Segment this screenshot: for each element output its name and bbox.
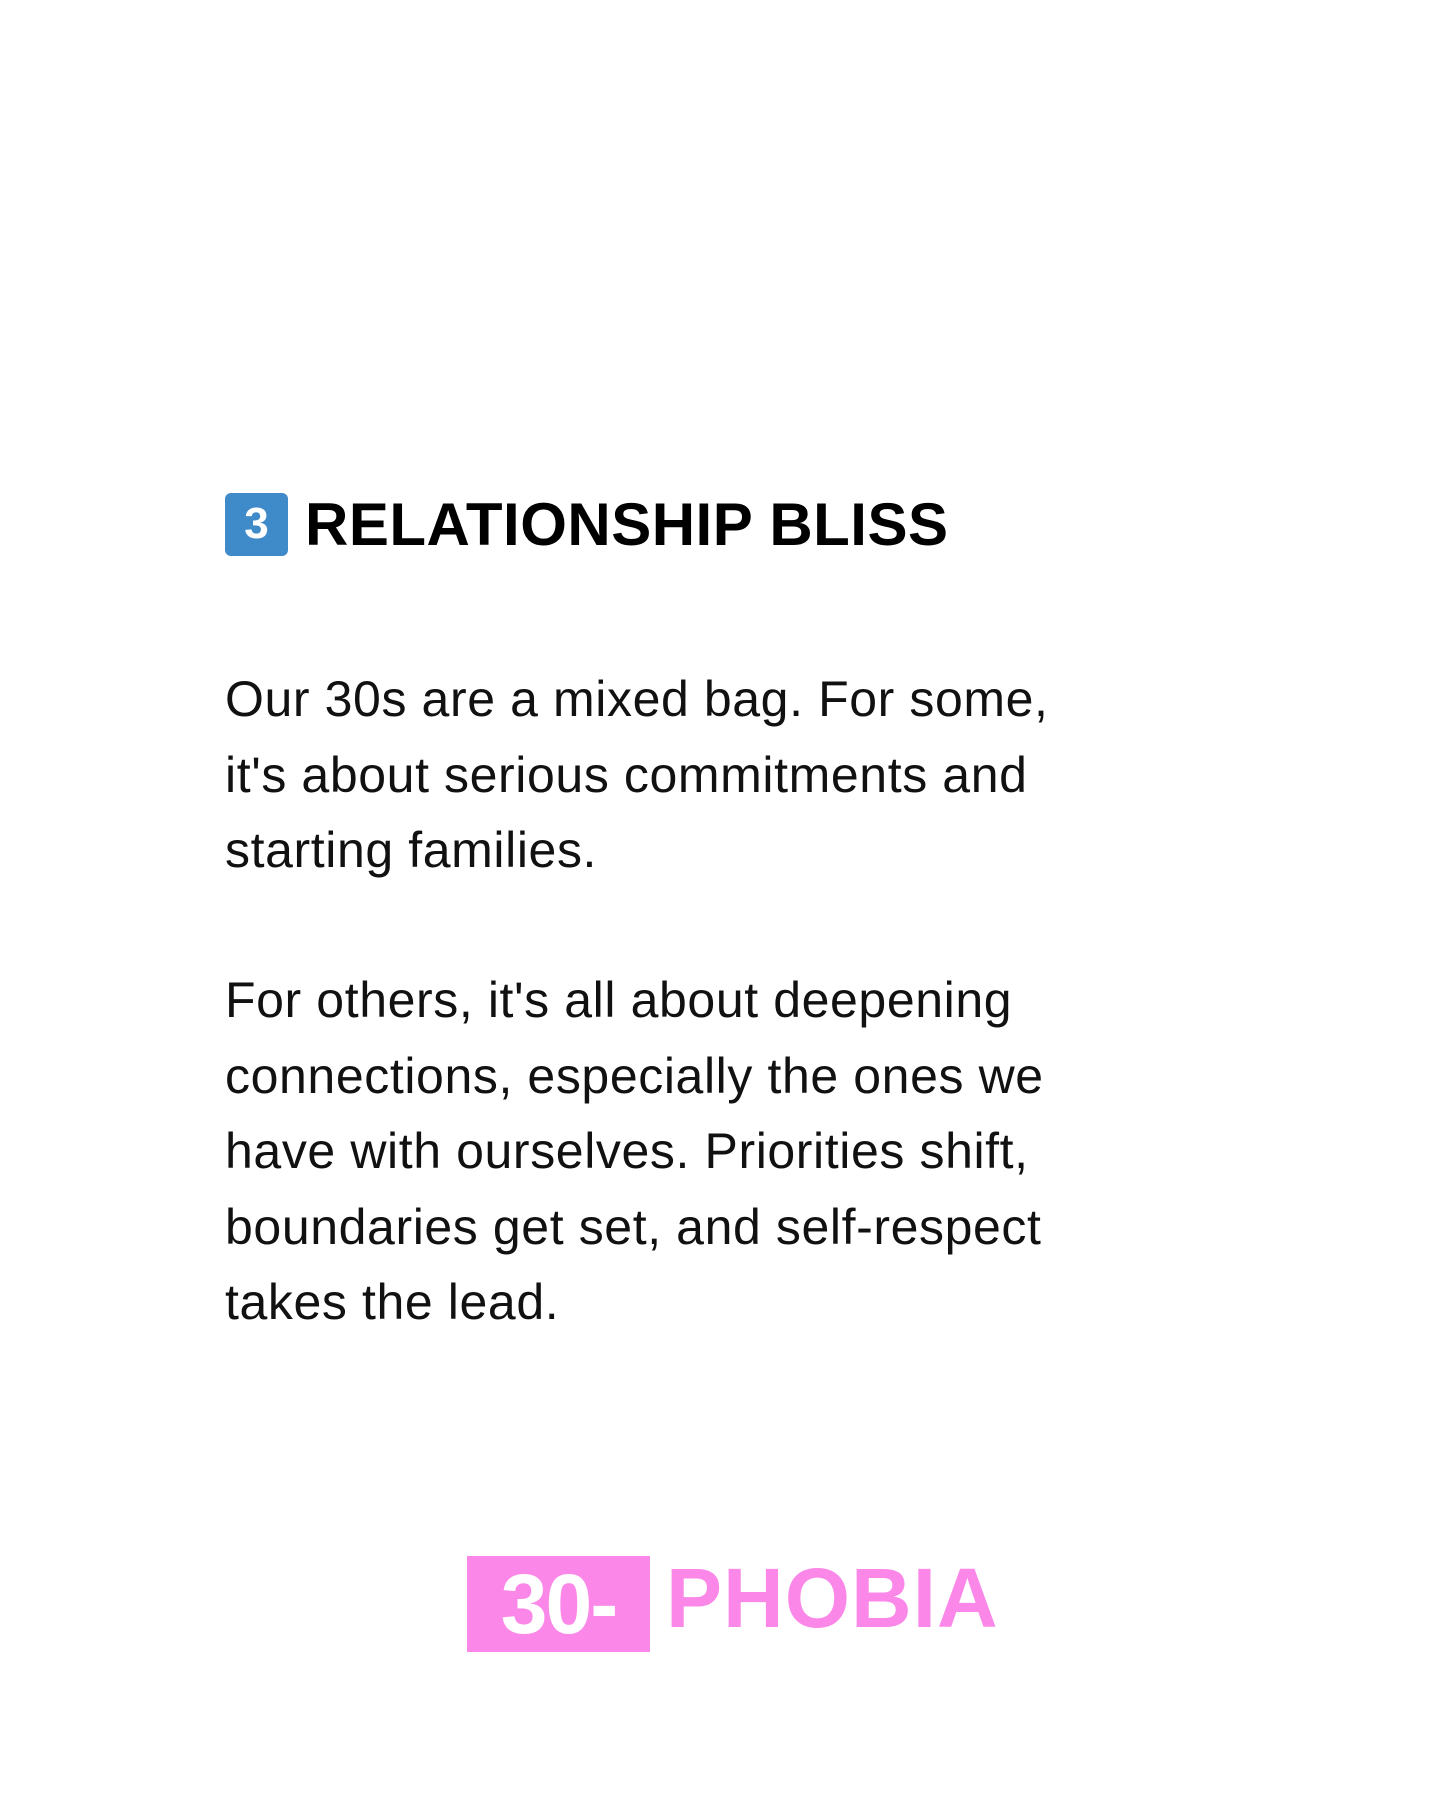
logo-box: 30- <box>467 1556 650 1652</box>
paragraph-1: Our 30s are a mixed bag. For some, it's … <box>225 671 1049 878</box>
brand-logo: 30- PHOBIA <box>467 1551 999 1652</box>
keycap-number-icon: 3 <box>225 492 288 556</box>
section-title: RELATIONSHIP BLISS <box>305 490 949 558</box>
paragraph-2: For others, it's all about deepening con… <box>225 972 1044 1330</box>
logo-text: PHOBIA <box>666 1550 999 1645</box>
section-heading: 3 RELATIONSHIP BLISS <box>225 490 949 558</box>
